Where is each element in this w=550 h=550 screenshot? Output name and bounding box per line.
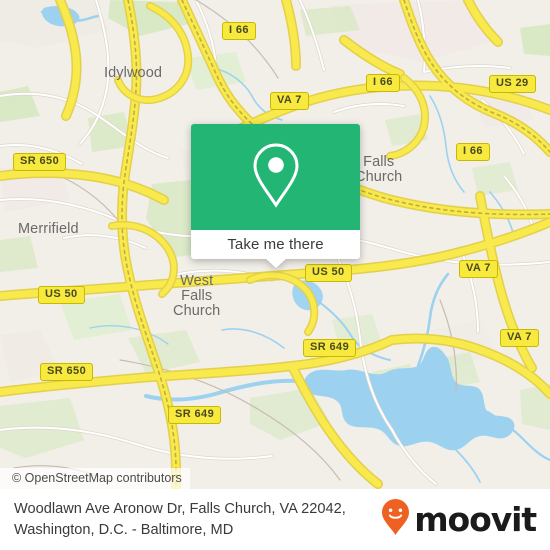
highway-shield-us29[interactable]: US 29 <box>489 75 536 93</box>
map-pin-icon <box>252 142 300 213</box>
highway-shield-us50-center[interactable]: US 50 <box>305 264 352 282</box>
take-me-there-button[interactable]: Take me there <box>191 230 360 259</box>
highway-shield-sr650-north[interactable]: SR 650 <box>13 153 67 171</box>
highway-shield-i66-north[interactable]: I 66 <box>222 22 256 40</box>
location-popup-card[interactable]: Take me there <box>191 124 360 268</box>
highway-shield-va7-north[interactable]: VA 7 <box>270 92 309 110</box>
place-label-idylwood: Idylwood <box>104 65 163 81</box>
highway-shield-us50-west[interactable]: US 50 <box>38 286 85 304</box>
highway-shield-i66-northeast[interactable]: I 66 <box>366 74 400 92</box>
moovit-logo[interactable]: moovit <box>381 498 537 541</box>
popup-card-tail <box>264 258 287 268</box>
place-label-west-falls-church: West Falls Church <box>173 273 221 319</box>
highway-shield-va7-southeast[interactable]: VA 7 <box>500 329 539 347</box>
moovit-smiley-pin-icon <box>381 498 410 541</box>
highway-shield-sr650-south[interactable]: SR 650 <box>40 363 94 381</box>
popup-card-header <box>191 124 360 230</box>
take-me-there-label: Take me there <box>227 236 324 253</box>
highway-shield-sr649-south[interactable]: SR 649 <box>168 406 222 424</box>
highway-shield-va7-east[interactable]: VA 7 <box>459 260 498 278</box>
place-label-merrifield: Merrifield <box>18 221 79 237</box>
footer-bar: Woodlawn Ave Aronow Dr, Falls Church, VA… <box>0 489 550 550</box>
highway-shield-i66-east[interactable]: I 66 <box>456 143 490 161</box>
map-canvas[interactable]: .grn { fill:#D9E9C6; } .grn2 { fill:#E3E… <box>0 0 550 489</box>
highway-shield-sr649-center[interactable]: SR 649 <box>303 339 357 357</box>
moovit-wordmark: moovit <box>414 500 537 539</box>
place-label-falls-church: Falls Church <box>355 154 403 185</box>
osm-attribution[interactable]: © OpenStreetMap contributors <box>0 468 190 489</box>
location-address: Woodlawn Ave Aronow Dr, Falls Church, VA… <box>14 500 346 538</box>
